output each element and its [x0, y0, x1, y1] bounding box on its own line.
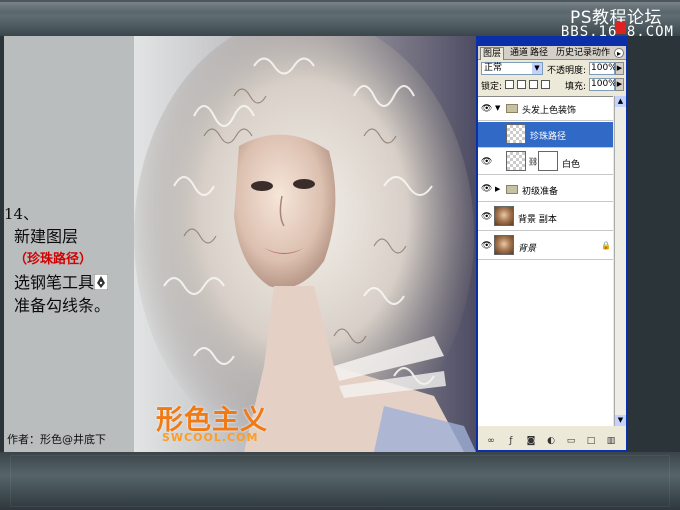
fill-label: 填充:	[565, 82, 587, 92]
layer-background-copy[interactable]: 👁 背景 副本	[478, 203, 613, 231]
layer-name: 白色	[562, 160, 581, 170]
opacity-slider-button[interactable]: ▶	[615, 62, 624, 75]
panel-title-strip	[478, 36, 626, 46]
instruction-line-2: （珍珠路径）	[14, 252, 93, 267]
layer-background[interactable]: 👁 背景 🔒	[478, 232, 613, 260]
layer-thumbnail	[506, 124, 526, 144]
opacity-input[interactable]: 100%	[589, 62, 617, 75]
fill-slider-button[interactable]: ▶	[615, 78, 624, 91]
eye-icon[interactable]: 👁	[481, 158, 492, 167]
lock-icon: 🔒	[601, 241, 611, 250]
blend-mode-select[interactable]: 正常 ▼	[481, 62, 543, 75]
layer-group-prep[interactable]: 👁 ▶ 初级准备	[478, 176, 613, 202]
tab-actions[interactable]: 动作	[590, 47, 612, 60]
blend-row: 正常 ▼ 不透明度: 100% ▶	[481, 62, 625, 76]
tab-layers[interactable]: 图层	[480, 47, 505, 60]
adjustment-layer-icon[interactable]: ◐	[546, 436, 556, 446]
watermark-url: SWCOOL.COM	[162, 431, 259, 444]
layers-list: 👁 ▼ 头发上色装饰 珍珠路径 👁 ⛓ 白色 👁 ▶ 初级准备 👁 背景 副本 …	[478, 96, 613, 426]
layer-thumbnail	[494, 235, 514, 255]
photo-canvas: 形色主义 SWCOOL.COM	[134, 36, 476, 452]
chain-link-icon[interactable]: ⛓	[528, 157, 538, 166]
layer-name: 初级准备	[522, 187, 559, 197]
step-instructions: 14、 新建图层 （珍珠路径） 选钢笔工具 准备勾线条。	[4, 203, 132, 317]
pen-tool-icon	[94, 274, 109, 290]
lock-row: 锁定: 填充: 100% ▶	[481, 78, 625, 92]
eye-icon[interactable]: 👁	[481, 242, 492, 251]
fill-input[interactable]: 100%	[589, 78, 617, 91]
layer-pearl-path[interactable]: 珍珠路径	[478, 122, 613, 148]
panel-tabs: 图层 通道 路径 历史记录 动作 ▸	[478, 46, 626, 60]
instruction-line-1: 新建图层	[14, 227, 79, 246]
chevron-down-icon: ▼	[532, 63, 542, 74]
layer-name: 背景	[518, 244, 537, 254]
layer-name: 背景 副本	[518, 215, 557, 225]
lock-position-checkbox[interactable]	[529, 80, 538, 89]
author-credit: 作者：形色@井底下	[7, 433, 106, 446]
layer-style-icon[interactable]: ƒ	[506, 436, 516, 446]
link-layers-icon[interactable]: ∞	[486, 436, 496, 446]
mask-thumbnail[interactable]	[538, 151, 558, 171]
layers-scrollbar[interactable]: ▲ ▼	[614, 96, 626, 426]
add-mask-icon[interactable]: ◙	[526, 436, 536, 446]
tab-paths[interactable]: 路径	[528, 47, 550, 60]
eye-icon[interactable]: 👁	[481, 185, 492, 194]
eye-icon[interactable]: 👁	[481, 105, 492, 114]
layer-thumbnail	[506, 151, 526, 171]
new-layer-icon[interactable]: □	[586, 436, 596, 446]
lock-all-checkbox[interactable]	[541, 80, 550, 89]
eye-icon[interactable]	[481, 131, 491, 139]
lock-transparency-checkbox[interactable]	[505, 80, 514, 89]
opacity-label: 不透明度:	[547, 66, 587, 76]
bottom-frame	[10, 455, 670, 507]
instruction-line-3-text: 选钢笔工具	[14, 273, 95, 292]
lock-label: 锁定:	[481, 82, 503, 92]
panel-menu-icon[interactable]: ▸	[614, 48, 624, 58]
expand-triangle-icon[interactable]: ▼	[495, 104, 500, 112]
layer-name: 头发上色装饰	[522, 106, 577, 116]
tab-history[interactable]: 历史记录	[554, 47, 594, 60]
new-group-icon[interactable]: ▭	[566, 436, 576, 446]
layer-group-hair[interactable]: 👁 ▼ 头发上色装饰	[478, 97, 613, 121]
step-number: 14、	[4, 205, 39, 223]
portrait-image	[134, 36, 476, 452]
lock-pixels-checkbox[interactable]	[517, 80, 526, 89]
expand-triangle-icon[interactable]: ▶	[495, 185, 500, 193]
instruction-line-3: 选钢笔工具	[4, 271, 132, 294]
layer-white[interactable]: 👁 ⛓ 白色	[478, 149, 613, 175]
trash-icon[interactable]: ▥	[606, 436, 616, 446]
scroll-down-icon[interactable]: ▼	[615, 415, 626, 426]
layers-toolbar: ∞ ƒ ◙ ◐ ▭ □ ▥	[478, 434, 626, 448]
blend-mode-value: 正常	[484, 63, 503, 73]
layers-panel: 图层 通道 路径 历史记录 动作 ▸ 正常 ▼ 不透明度: 100% ▶ 锁定: …	[476, 36, 628, 452]
scroll-up-icon[interactable]: ▲	[615, 96, 626, 107]
layer-name: 珍珠路径	[530, 132, 567, 142]
layer-thumbnail	[494, 206, 514, 226]
eye-icon[interactable]: 👁	[481, 213, 492, 222]
instruction-line-4: 准备勾线条。	[14, 296, 111, 315]
folder-icon	[506, 104, 518, 113]
tab-channels[interactable]: 通道	[508, 47, 530, 60]
folder-icon	[506, 185, 518, 194]
